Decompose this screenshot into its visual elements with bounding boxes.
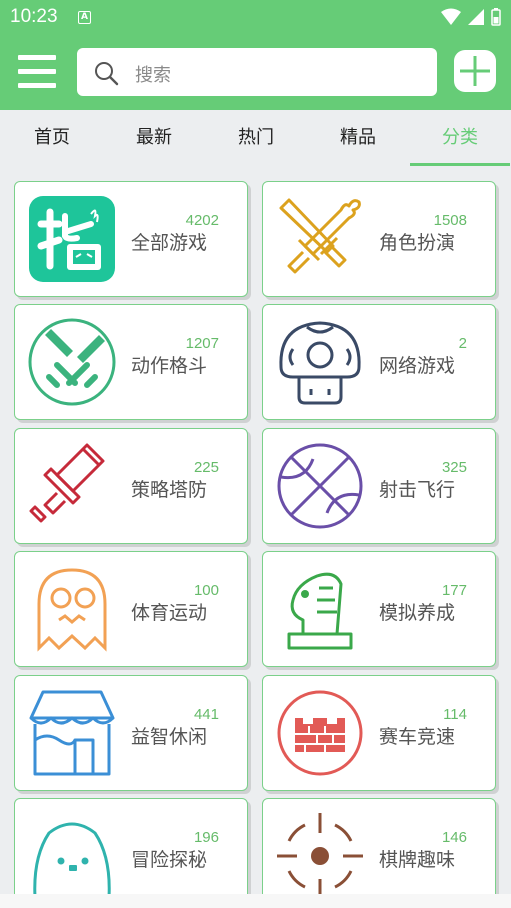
tab-hot[interactable]: 热门	[206, 110, 306, 166]
ghost-icon	[37, 568, 107, 652]
category-name: 冒险探秘	[131, 849, 208, 871]
tab-latest[interactable]: 最新	[104, 110, 204, 166]
category-count: 1207	[185, 335, 219, 352]
system-icons	[441, 8, 501, 26]
category-count: 196	[193, 829, 219, 846]
category-count: 146	[441, 829, 467, 846]
tab-featured[interactable]: 精品	[308, 110, 408, 166]
sword-icon	[29, 443, 105, 523]
category-name: 动作格斗	[131, 355, 208, 377]
category-count: 325	[441, 459, 467, 476]
crossed-swords-circle-icon	[28, 318, 116, 406]
category-name: 益智休闲	[131, 726, 208, 748]
category-count: 4202	[185, 212, 219, 229]
battery-icon	[491, 8, 501, 26]
category-card-sports[interactable]: 100 体育运动	[14, 551, 248, 667]
category-count: 1508	[433, 212, 467, 229]
category-card-action[interactable]: 1207 动作格斗	[14, 304, 248, 420]
category-name: 角色扮演	[379, 232, 456, 254]
category-card-board[interactable]: 146 棋牌趣味	[262, 798, 496, 894]
system-nav-bar	[0, 894, 511, 908]
search-placeholder: 搜索	[135, 65, 171, 86]
menu-icon[interactable]	[18, 55, 56, 89]
category-card-shooting[interactable]: 325 射击飞行	[262, 428, 496, 544]
category-name: 棋牌趣味	[379, 849, 456, 871]
category-count: 114	[443, 706, 467, 723]
target-icon	[277, 813, 363, 894]
status-bar: 10:23 A	[0, 0, 511, 36]
ball-icon	[277, 443, 363, 529]
chess-knight-icon	[287, 572, 353, 650]
clover-icon[interactable]	[452, 48, 498, 94]
category-name: 全部游戏	[131, 232, 208, 254]
category-card-online[interactable]: 2 网络游戏	[262, 304, 496, 420]
crossed-swords-icon	[279, 198, 361, 274]
category-name: 模拟养成	[379, 602, 456, 624]
blob-icon	[33, 822, 111, 894]
category-count: 100	[193, 582, 219, 599]
category-count: 177	[441, 582, 467, 599]
notification-a-icon: A	[78, 11, 91, 24]
category-card-simulation[interactable]: 177 模拟养成	[262, 551, 496, 667]
category-name: 网络游戏	[379, 355, 456, 377]
category-name: 射击飞行	[379, 479, 456, 501]
wifi-icon	[441, 8, 461, 25]
tab-category[interactable]: 分类	[410, 110, 510, 166]
signal-icon	[468, 9, 484, 25]
category-card-all-games[interactable]: 4202 全部游戏	[14, 181, 248, 297]
category-count: 441	[193, 706, 219, 723]
category-card-racing[interactable]: 114 赛车竞速	[262, 675, 496, 791]
status-time: 10:23	[10, 6, 58, 27]
category-name: 策略塔防	[131, 479, 208, 501]
castle-icon	[277, 690, 363, 776]
category-grid: 4202 全部游戏 1508 角色扮演 1207 动作格斗 2 网络游戏 225…	[0, 166, 511, 894]
category-name: 赛车竞速	[379, 726, 456, 748]
mushroom-icon	[279, 321, 361, 405]
category-card-adventure[interactable]: 196 冒险探秘	[14, 798, 248, 894]
category-name: 体育运动	[131, 602, 208, 624]
search-icon	[95, 62, 119, 86]
category-count: 2	[458, 335, 467, 352]
category-card-strategy[interactable]: 225 策略塔防	[14, 428, 248, 544]
tab-home[interactable]: 首页	[2, 110, 102, 166]
app-bar: 搜索	[0, 36, 511, 110]
category-card-puzzle[interactable]: 441 益智休闲	[14, 675, 248, 791]
app-logo-icon	[29, 196, 115, 282]
search-input[interactable]: 搜索	[77, 48, 437, 96]
category-tabs: 首页 最新 热门 精品 分类	[0, 110, 511, 166]
category-card-rpg[interactable]: 1508 角色扮演	[262, 181, 496, 297]
category-count: 225	[193, 459, 219, 476]
shop-icon	[29, 690, 115, 776]
